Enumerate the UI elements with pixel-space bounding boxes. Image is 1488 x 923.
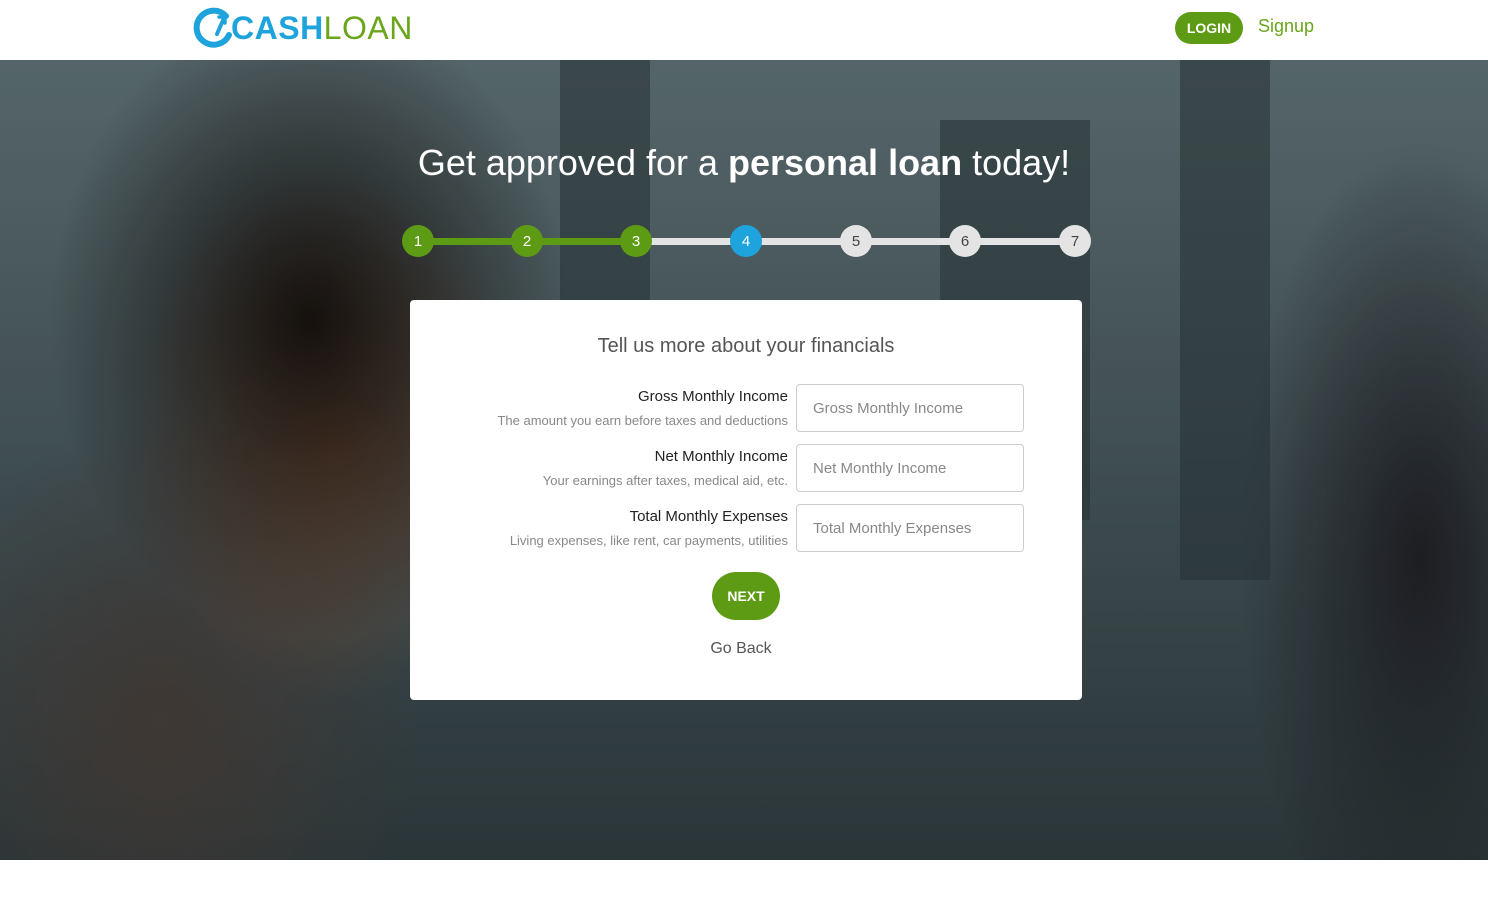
progress-stepper: 1 2 3 4 5 6 7	[402, 225, 1092, 257]
gross-income-help: The amount you earn before taxes and ded…	[497, 413, 788, 428]
step-1: 1	[402, 225, 434, 257]
site-header: CASHLOAN LOGIN Signup	[0, 0, 1488, 60]
login-button[interactable]: LOGIN	[1175, 12, 1243, 44]
logo-cash-text: CASH	[231, 10, 324, 46]
net-income-label: Net Monthly Income	[654, 448, 788, 465]
step-6: 6	[949, 225, 981, 257]
go-back-link[interactable]: Go Back	[410, 640, 1072, 658]
net-income-input[interactable]	[796, 444, 1024, 492]
cashloan-logo[interactable]: CASHLOAN	[193, 7, 413, 49]
net-income-help: Your earnings after taxes, medical aid, …	[542, 473, 788, 488]
next-button[interactable]: NEXT	[712, 572, 780, 620]
step-7: 7	[1059, 225, 1091, 257]
form-title: Tell us more about your financials	[597, 335, 895, 357]
hero-section: Get approved for a personal loan today! …	[0, 60, 1488, 860]
total-expenses-help: Living expenses, like rent, car payments…	[509, 533, 788, 548]
total-expenses-label: Total Monthly Expenses	[629, 508, 788, 525]
gross-income-label: Gross Monthly Income	[637, 388, 788, 405]
total-expenses-input[interactable]	[796, 504, 1024, 552]
net-income-row: Net Monthly Income Your earnings after t…	[410, 444, 1082, 494]
hero-title-end: today!	[962, 142, 1071, 183]
step-3: 3	[620, 225, 652, 257]
step-5: 5	[840, 225, 872, 257]
gross-income-input[interactable]	[796, 384, 1024, 432]
logo-loan-text: LOAN	[323, 10, 413, 46]
step-2: 2	[511, 225, 543, 257]
hero-title-start: Get approved for a	[417, 142, 729, 183]
step-4: 4	[730, 225, 762, 257]
hero-title-bold: personal loan	[728, 142, 963, 183]
hero-title: Get approved for a personal loan today!	[0, 142, 1488, 184]
financials-form-card: Tell us more about your financials Gross…	[410, 300, 1082, 700]
total-expenses-row: Total Monthly Expenses Living expenses, …	[410, 504, 1082, 554]
signup-link[interactable]: Signup	[1258, 16, 1314, 37]
gross-income-row: Gross Monthly Income The amount you earn…	[410, 384, 1082, 434]
logo-c-icon	[193, 7, 232, 48]
